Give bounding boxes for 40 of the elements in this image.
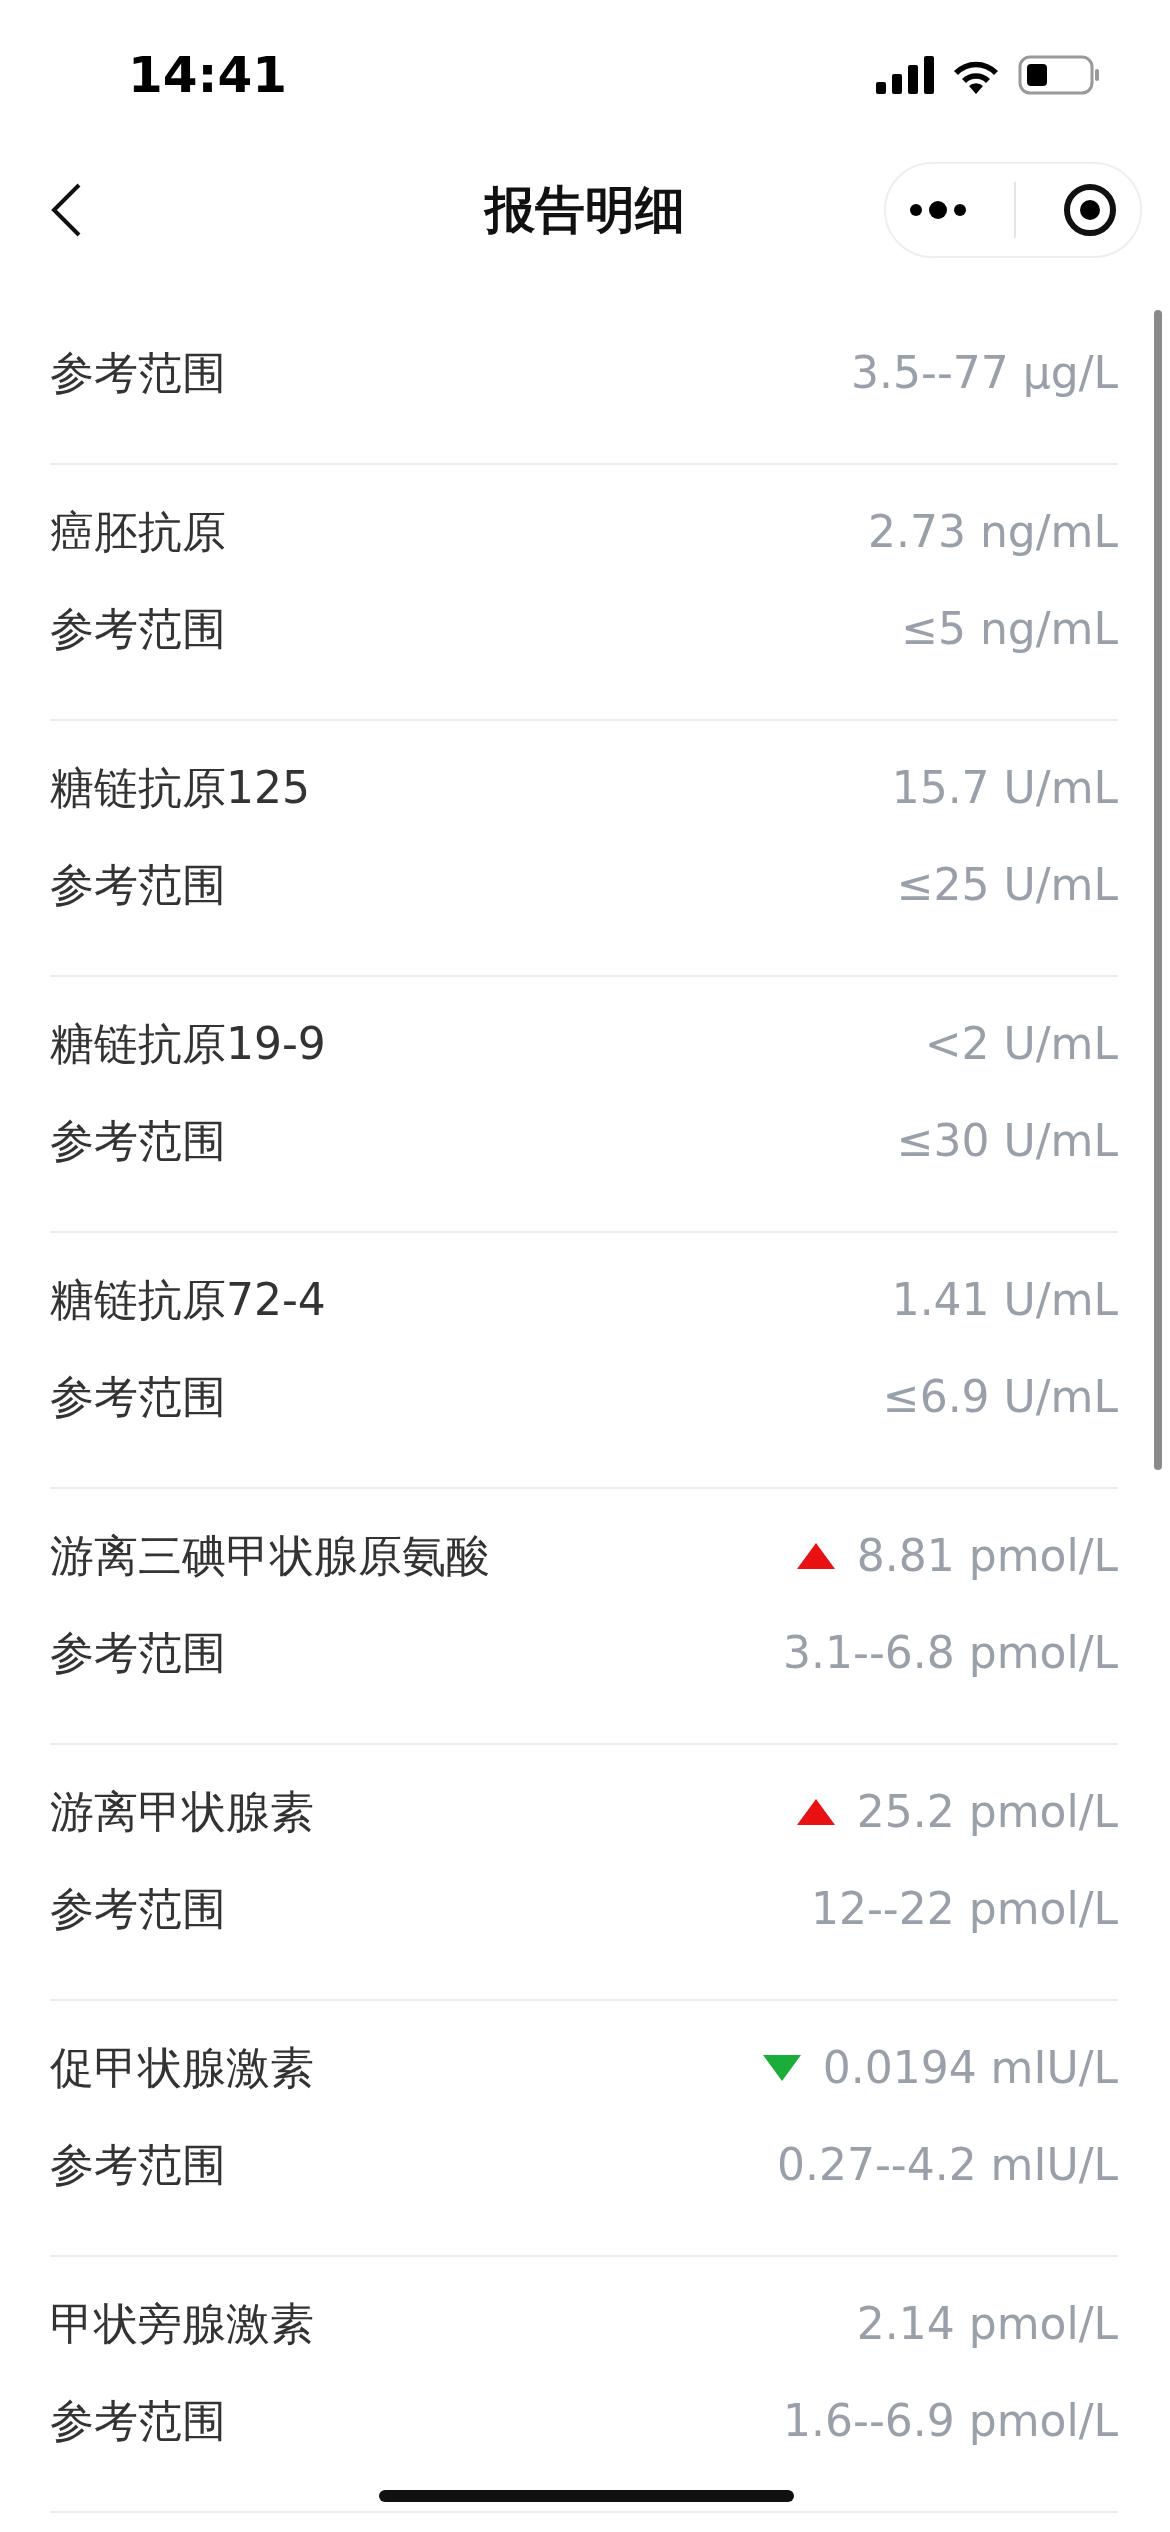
test-name: 糖链抗原72-4	[50, 1272, 326, 1327]
test-name: 游离甲状腺素	[50, 1784, 314, 1839]
test-name: 癌胚抗原	[50, 504, 226, 559]
reference-range: 3.5--77 μg/L	[851, 345, 1118, 400]
result-value: 8.81 pmol/L	[856, 1528, 1118, 1583]
result-value: 25.2 pmol/L	[856, 1784, 1118, 1839]
result-value: <2 U/mL	[924, 1016, 1118, 1071]
reference-label: 参考范围	[50, 1369, 226, 1424]
reference-range: 0.27--4.2 mIU/L	[776, 2137, 1118, 2192]
more-icon[interactable]	[909, 200, 968, 220]
back-icon[interactable]	[50, 182, 82, 238]
reference-label: 参考范围	[50, 345, 226, 400]
result-value: 2.73 ng/mL	[868, 504, 1118, 559]
test-name: 促甲状腺激素	[50, 2040, 314, 2095]
status-time: 14:41	[128, 44, 288, 106]
result-value: 1.41 U/mL	[891, 1272, 1118, 1327]
test-name: 糖链抗原125	[50, 760, 310, 815]
reference-label: 参考范围	[50, 1625, 226, 1680]
reference-range: ≤25 U/mL	[896, 857, 1118, 912]
reference-label: 参考范围	[50, 2393, 226, 2448]
reference-range: 12--22 pmol/L	[811, 1881, 1118, 1936]
reference-label: 参考范围	[50, 601, 226, 656]
reference-label: 参考范围	[50, 1881, 226, 1936]
result-value: 2.14 pmol/L	[856, 2296, 1118, 2351]
battery-icon	[1018, 55, 1100, 95]
reference-range: ≤6.9 U/mL	[882, 1369, 1118, 1424]
test-name: 游离三碘甲状腺原氨酸	[50, 1528, 490, 1583]
test-name: 糖链抗原19-9	[50, 1016, 326, 1071]
result-value: 0.0194 mIU/L	[822, 2040, 1118, 2095]
reference-label: 参考范围	[50, 1113, 226, 1168]
reference-label: 参考范围	[50, 857, 226, 912]
reference-range: 3.1--6.8 pmol/L	[783, 1625, 1118, 1680]
signal-icon	[876, 56, 934, 94]
reference-label: 参考范围	[50, 2137, 226, 2192]
test-name: 甲状旁腺激素	[50, 2296, 314, 2351]
reference-range: 1.6--6.9 pmol/L	[783, 2393, 1118, 2448]
result-value: 15.7 U/mL	[891, 760, 1118, 815]
reference-range: ≤30 U/mL	[896, 1113, 1118, 1168]
reference-range: ≤5 ng/mL	[901, 601, 1118, 656]
page-title: 报告明细	[485, 180, 685, 240]
